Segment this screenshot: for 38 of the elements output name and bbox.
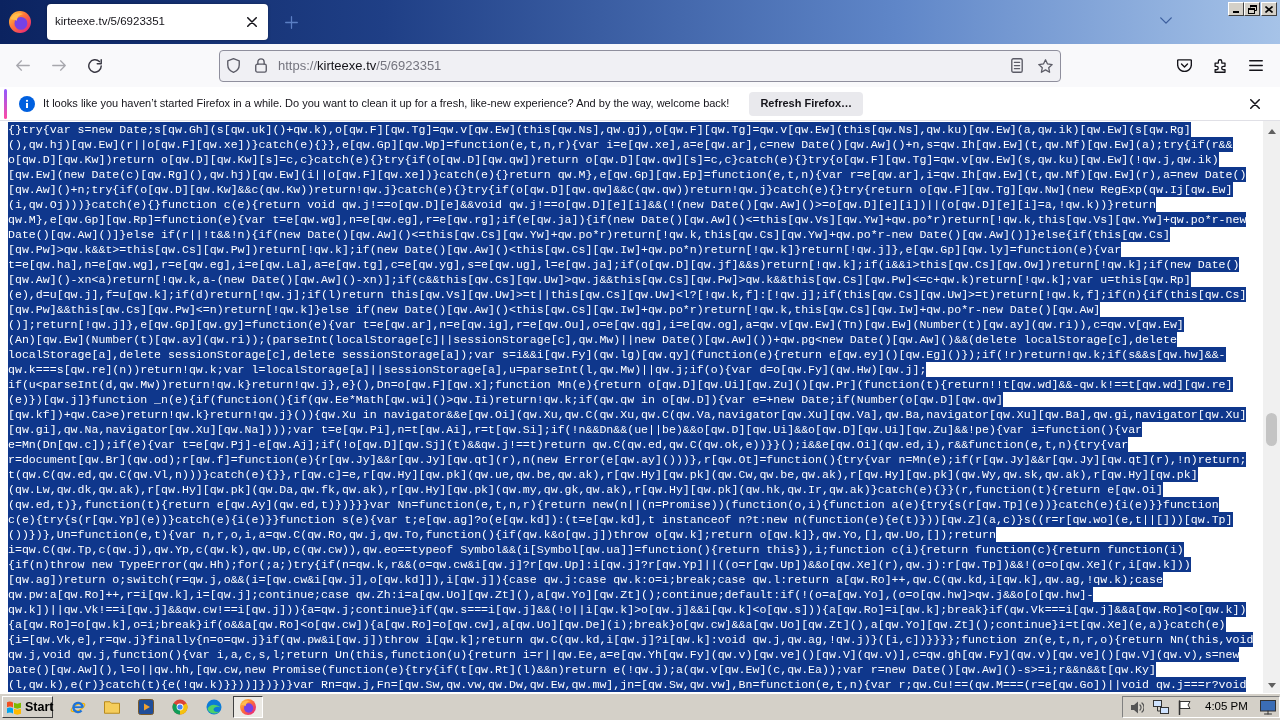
pocket-icon[interactable] <box>1176 59 1192 72</box>
reload-icon[interactable] <box>88 58 102 73</box>
document-icon[interactable] <box>1011 58 1023 73</box>
letter-e-icon[interactable] <box>70 699 86 715</box>
puzzle-piece-icon[interactable] <box>1213 58 1227 73</box>
network-icon[interactable] <box>1153 700 1169 714</box>
wave-circle-icon[interactable] <box>206 699 222 715</box>
scrollbar-thumb[interactable] <box>1266 413 1277 446</box>
scroll-up-arrow-icon[interactable] <box>1267 129 1276 134</box>
monitor-icon[interactable] <box>1260 699 1276 715</box>
flag-icon <box>6 699 22 715</box>
star-icon[interactable] <box>1038 58 1053 73</box>
close-icon[interactable] <box>1250 98 1260 109</box>
shield-icon[interactable] <box>227 58 240 73</box>
close-button[interactable] <box>1261 2 1277 16</box>
lock-icon[interactable] <box>255 58 267 73</box>
plus-icon[interactable] <box>284 15 298 29</box>
fox-circle-icon[interactable] <box>240 699 256 715</box>
play-icon[interactable] <box>138 699 154 715</box>
scrollbar-track[interactable] <box>1263 121 1280 693</box>
chevron-down-icon[interactable] <box>1160 16 1172 24</box>
accent-stripe <box>4 88 7 119</box>
segmented-circle-icon[interactable] <box>172 699 188 715</box>
tab[interactable]: kirteexe.tv/5/6923351 <box>47 4 268 40</box>
speaker-icon[interactable] <box>1130 700 1144 714</box>
taskbar-button[interactable] <box>233 696 263 718</box>
notification-message: It looks like you haven’t started Firefox in a while. Do you want to clean it up for a fresh, like-new experience? And by the way, welcome back! <box>43 96 730 112</box>
menu-icon[interactable] <box>1249 60 1263 71</box>
clock[interactable]: 4:05 PM <box>1205 698 1248 716</box>
refresh-button[interactable]: Refresh Firefox… <box>749 91 864 116</box>
info-icon <box>19 95 35 112</box>
scroll-down-arrow-icon[interactable] <box>1267 683 1276 688</box>
minimize-button[interactable] <box>1228 2 1244 16</box>
flag-icon[interactable] <box>1178 699 1191 715</box>
fox-circle-icon[interactable] <box>9 11 31 33</box>
address-field[interactable]: https://kirteexe.tv/5/6923351 <box>219 49 1061 82</box>
close-icon[interactable] <box>1265 5 1273 13</box>
close-icon[interactable] <box>247 17 257 27</box>
